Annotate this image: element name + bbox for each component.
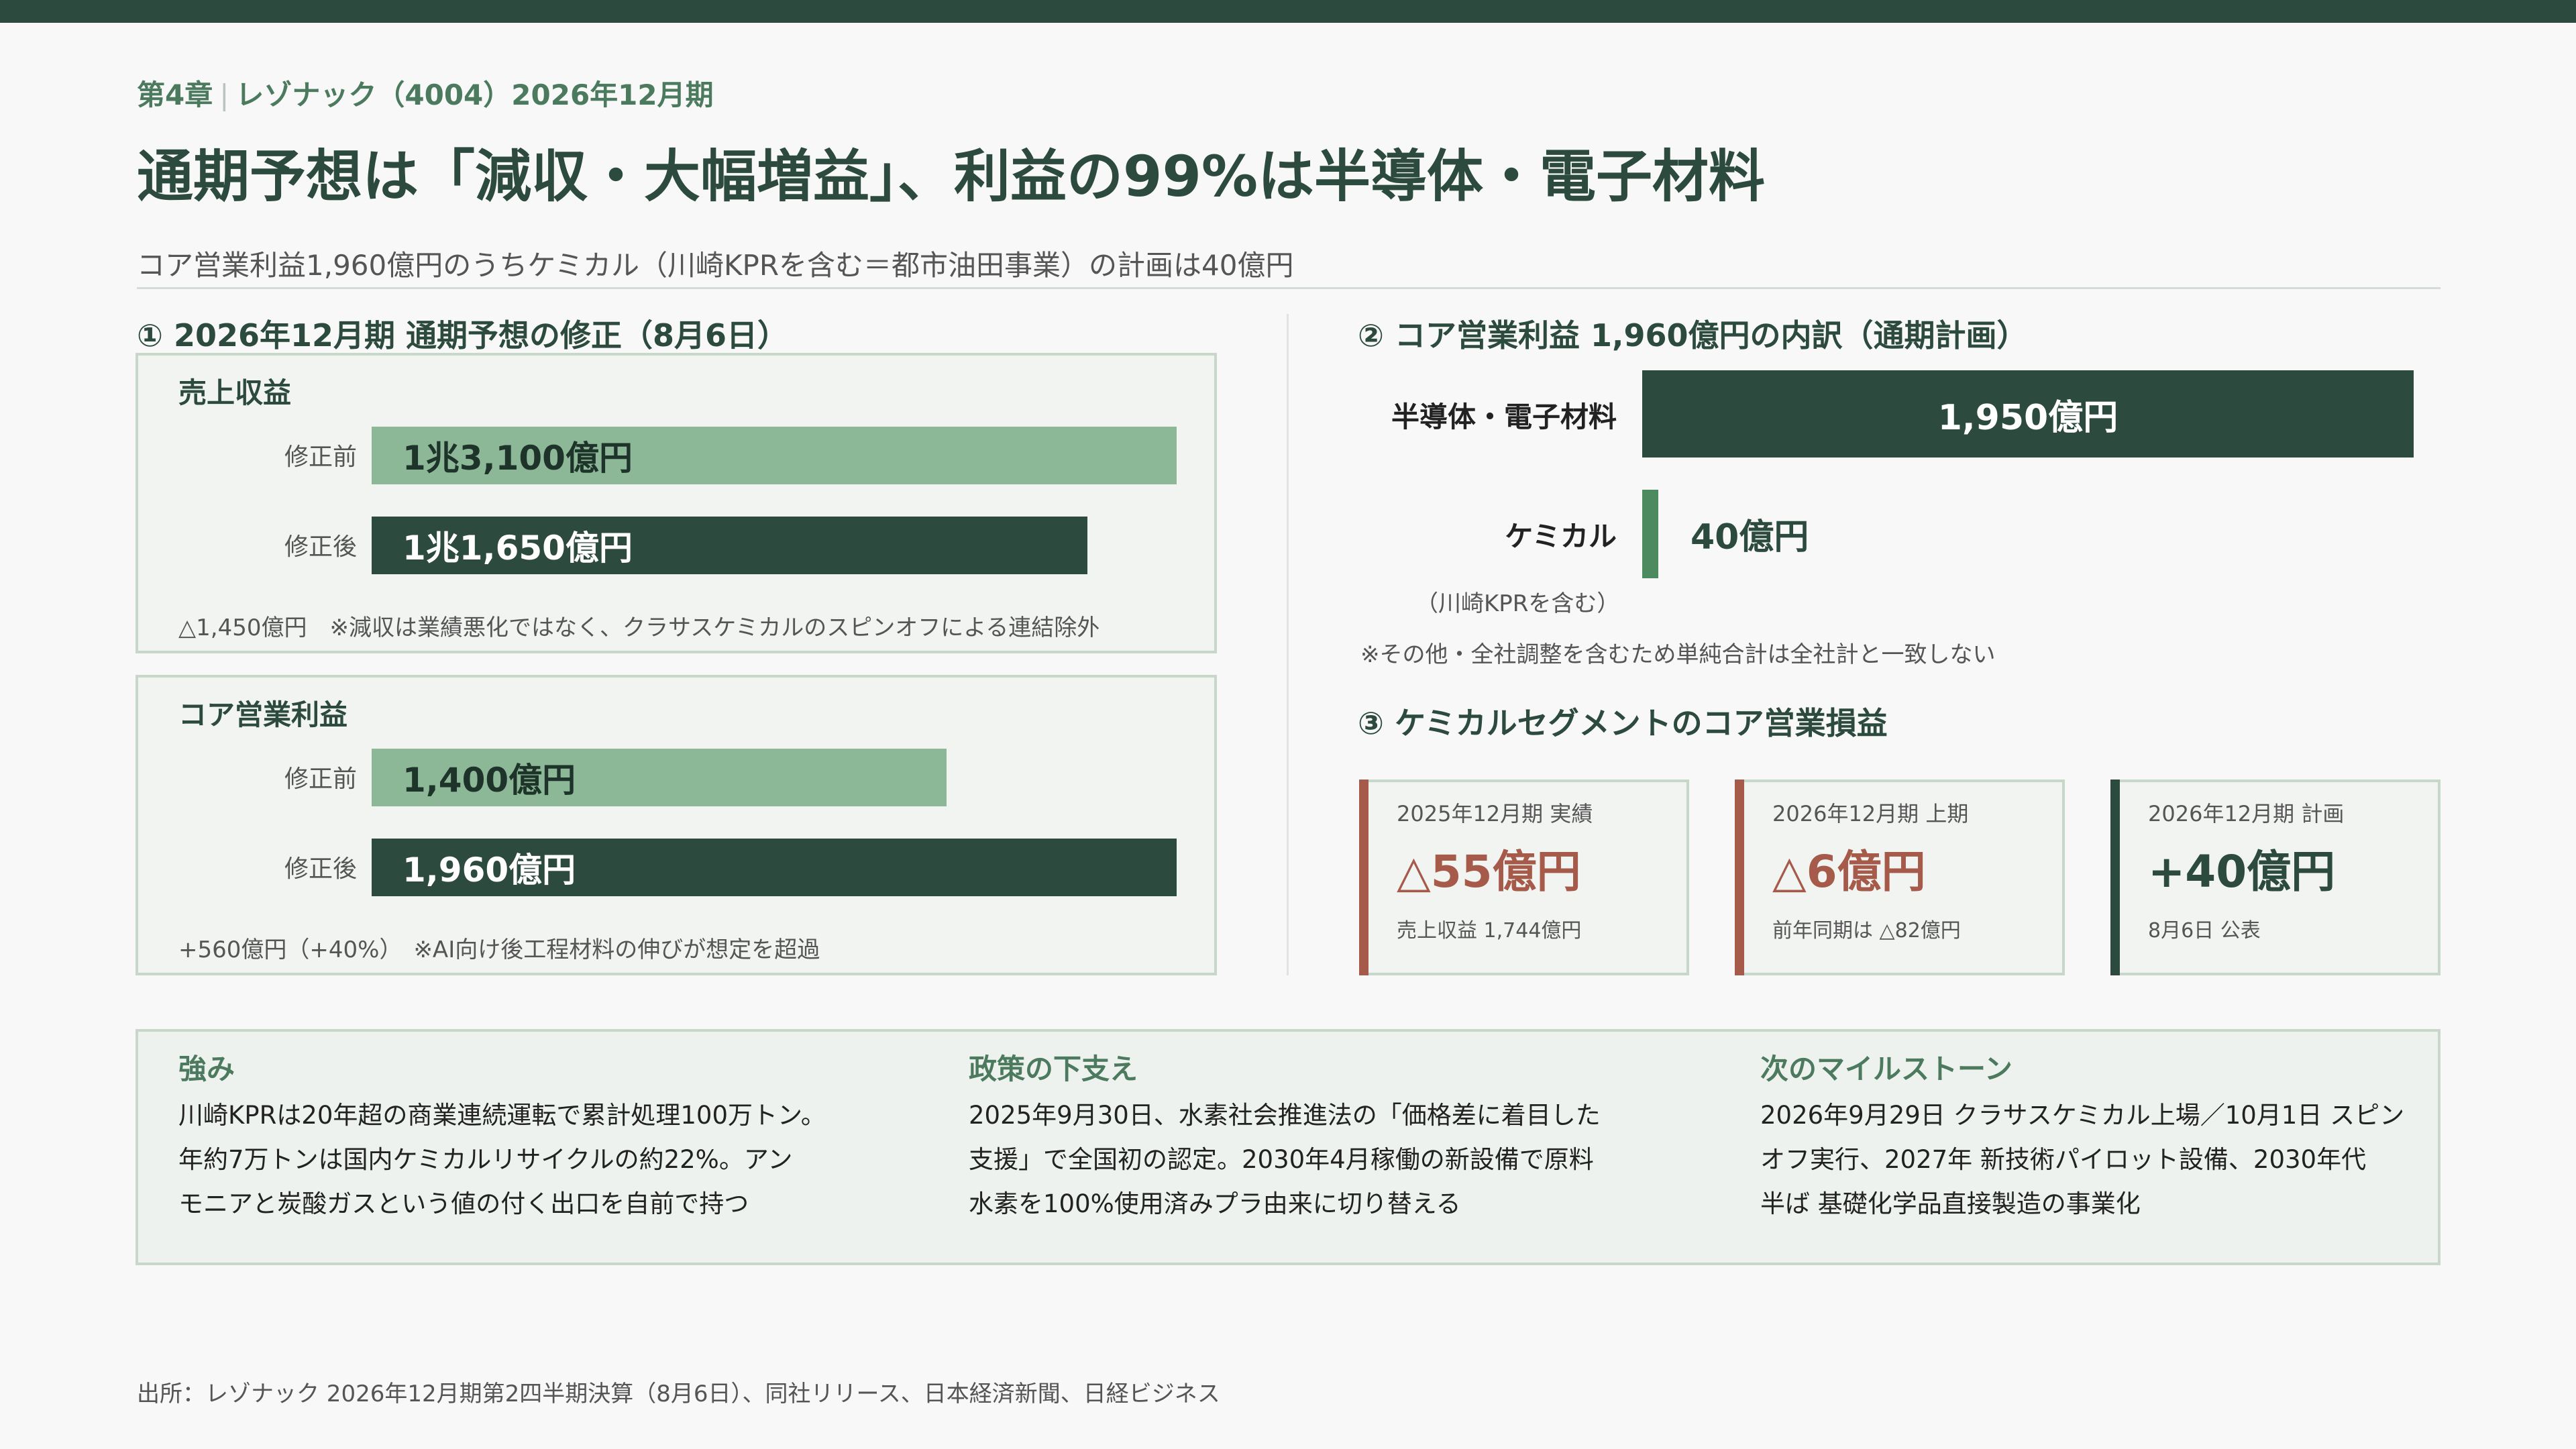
text-line: 川崎KPRは20年超の商業連続運転で累計処理100万トン。: [178, 1101, 826, 1130]
card-label: 2025年12月期 実績: [1397, 801, 1593, 826]
card-value: △6億円: [1772, 846, 1926, 898]
revenue-before-value: 1兆3,100億円: [402, 439, 633, 478]
revenue-after-bar: 1兆1,650億円: [372, 517, 1087, 574]
card-value: +40億円: [2148, 846, 2336, 898]
source-note: 出所：レゾナック 2026年12月期第2四半期決算（8月6日）、同社リリース、日…: [137, 1381, 1220, 1407]
page-subtitle: コア営業利益1,960億円のうちケミカル（川崎KPRを含む＝都市油田事業）の計画…: [137, 249, 1294, 282]
card-2026-h1: 2026年12月期 上期 △6億円 前年同期は △82億円: [1735, 780, 2065, 975]
milestone-heading: 次のマイルストーン: [1760, 1053, 2012, 1085]
text-line: 2025年9月30日、水素社会推進法の「価格差に着目した: [969, 1101, 1601, 1130]
profit-panel: コア営業利益 修正前 1,400億円 修正後 1,960億円 +560億円（+4…: [136, 675, 1217, 975]
profit-before-value: 1,400億円: [402, 761, 576, 800]
revenue-after-label: 修正後: [284, 533, 357, 561]
summary-panel: 強み 川崎KPRは20年超の商業連続運転で累計処理100万トン。 年約7万トンは…: [136, 1029, 2440, 1265]
chem-label: ケミカル: [1505, 520, 1617, 553]
card-value: △55億円: [1397, 846, 1581, 898]
card-stripe-loss: [1359, 780, 1368, 975]
section3-heading: ③ ケミカルセグメントのコア営業損益: [1358, 705, 1888, 741]
eyebrow-separator: |: [219, 78, 229, 111]
chapter-eyebrow: 第4章 | レゾナック（4004）2026年12月期: [137, 72, 714, 113]
text-line: 2026年9月29日 クラサスケミカル上場／10月1日 スピン: [1760, 1101, 2405, 1130]
chem-bar: [1642, 490, 1658, 578]
page-title: 通期予想は「減収・大幅増益」、利益の99%は半導体・電子材料: [137, 144, 1766, 209]
strength-text: 川崎KPRは20年超の商業連続運転で累計処理100万トン。 年約7万トンは国内ケ…: [178, 1093, 903, 1226]
card-sub: 8月6日 公表: [2148, 919, 2261, 943]
card-sub: 売上収益 1,744億円: [1397, 919, 1582, 943]
card-sub: 前年同期は △82億円: [1772, 919, 1961, 943]
revenue-panel: 売上収益 修正前 1兆3,100億円 修正後 1兆1,650億円 △1,450億…: [136, 353, 1217, 653]
profit-before-label: 修正前: [284, 765, 357, 793]
card-2025-actual: 2025年12月期 実績 △55億円 売上収益 1,744億円: [1359, 780, 1689, 975]
card-label: 2026年12月期 上期: [1772, 801, 1969, 826]
strength-heading: 強み: [178, 1053, 235, 1085]
text-line: 年約7万トンは国内ケミカルリサイクルの約22%。アン: [178, 1145, 793, 1174]
column-divider: [1287, 314, 1289, 975]
text-line: 支援」で全国初の認定。2030年4月稼働の新設備で原料: [969, 1145, 1594, 1174]
revenue-before-bar: 1兆3,100億円: [372, 427, 1177, 484]
text-line: オフ実行、2027年 新技術パイロット設備、2030年代: [1760, 1145, 2367, 1174]
breakdown-note: ※その他・全社調整を含むため単純合計は全社計と一致しない: [1360, 641, 1996, 668]
policy-text: 2025年9月30日、水素社会推進法の「価格差に着目した 支援」で全国初の認定。…: [969, 1093, 1693, 1226]
top-accent-bar: [0, 0, 2576, 23]
revenue-before-label: 修正前: [284, 443, 357, 471]
semi-label: 半導体・電子材料: [1391, 400, 1617, 433]
card-stripe-plan: [2110, 780, 2120, 975]
chapter-label: 第4章: [137, 78, 213, 111]
milestone-text: 2026年9月29日 クラサスケミカル上場／10月1日 スピン オフ実行、202…: [1760, 1093, 2485, 1226]
profit-before-bar: 1,400億円: [372, 749, 947, 806]
chem-value: 40億円: [1690, 517, 1809, 557]
section1-heading: ① 2026年12月期 通期予想の修正（8月6日）: [137, 317, 789, 354]
profit-title: コア営業利益: [178, 698, 348, 731]
company-label: レゾナック（4004）2026年12月期: [235, 78, 714, 111]
section2-heading: ② コア営業利益 1,960億円の内訳（通期計画）: [1358, 317, 2028, 354]
card-2026-plan: 2026年12月期 計画 +40億円 8月6日 公表: [2110, 780, 2440, 975]
profit-after-value: 1,960億円: [402, 851, 576, 890]
card-label: 2026年12月期 計画: [2148, 801, 2345, 826]
semi-bar: 1,950億円: [1642, 370, 2414, 458]
semi-value: 1,950億円: [1937, 397, 2118, 438]
revenue-after-value: 1兆1,650億円: [402, 529, 633, 568]
profit-note: +560億円（+40%） ※AI向け後工程材料の伸びが想定を超過: [178, 936, 820, 963]
revenue-note: △1,450億円 ※減収は業績悪化ではなく、クラサスケミカルのスピンオフによる連…: [178, 614, 1100, 641]
profit-after-bar: 1,960億円: [372, 839, 1177, 896]
text-line: 半ば 基礎化学品直接製造の事業化: [1760, 1189, 2141, 1218]
header-divider: [137, 287, 2440, 289]
chem-sublabel: （川崎KPRを含む）: [1415, 590, 1620, 617]
policy-heading: 政策の下支え: [969, 1053, 1138, 1085]
revenue-title: 売上収益: [178, 376, 292, 409]
profit-after-label: 修正後: [284, 855, 357, 883]
text-line: 水素を100%使用済みプラ由来に切り替える: [969, 1189, 1461, 1218]
text-line: モニアと炭酸ガスという値の付く出口を自前で持つ: [178, 1189, 749, 1218]
card-stripe-loss: [1735, 780, 1744, 975]
